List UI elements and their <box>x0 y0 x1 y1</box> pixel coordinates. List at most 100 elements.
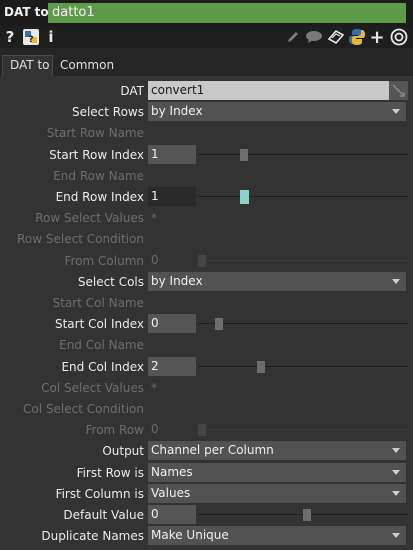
param-slider-track[interactable] <box>198 365 408 367</box>
tab-dat-to[interactable]: DAT to <box>10 58 50 72</box>
viewer-icon[interactable] <box>389 27 409 47</box>
chevron-down-icon <box>392 448 400 454</box>
param-label: Default Value <box>63 508 144 522</box>
operator-type-label: DAT to <box>4 5 49 19</box>
param-row: DAT convert1 <box>0 81 413 102</box>
param-number-field[interactable]: 0 <box>148 505 196 524</box>
param-label: Duplicate Names <box>41 529 144 544</box>
help-icon[interactable]: ? <box>4 27 16 47</box>
parameter-tabs: DAT to Common <box>0 48 413 76</box>
tab-common[interactable]: Common <box>60 58 114 72</box>
param-slider-track[interactable] <box>198 196 408 197</box>
param-number-field[interactable]: 2 <box>148 356 196 376</box>
param-slider-track <box>198 429 408 431</box>
param-row: First Column is Values <box>0 483 413 505</box>
param-row: Row Select Condition <box>0 229 413 250</box>
param-menu-value: Make Unique <box>151 528 229 543</box>
param-number-field[interactable]: 0 <box>148 314 196 334</box>
param-pattern-value: * <box>151 380 157 395</box>
comment-icon[interactable] <box>305 27 323 47</box>
param-label: End Col Name <box>59 338 144 353</box>
title-bar: DAT to datto1 <box>0 0 413 26</box>
operator-path-button[interactable] <box>389 81 408 100</box>
add-icon[interactable]: + <box>369 27 384 48</box>
param-row: Col Select Values * <box>0 378 413 399</box>
param-label: Col Select Values <box>41 380 144 395</box>
param-row: End Row Name <box>0 166 413 187</box>
param-row: Start Col Name <box>0 293 413 314</box>
param-slider-track <box>198 259 408 261</box>
param-label: Start Col Index <box>54 317 144 332</box>
pencil-icon[interactable] <box>285 27 301 47</box>
param-label: First Column is <box>55 486 144 501</box>
param-label: Start Row Index <box>49 147 144 162</box>
param-slider-knob[interactable] <box>240 148 248 161</box>
chevron-down-icon <box>392 469 400 475</box>
param-menu[interactable]: Names <box>148 462 406 482</box>
param-row: End Col Name <box>0 335 413 356</box>
param-slider-knob[interactable] <box>240 190 249 204</box>
param-menu[interactable]: Channel per Column <box>148 441 406 461</box>
toolbar: ? ? i + <box>0 26 413 48</box>
param-label: End Col Index <box>61 359 144 374</box>
param-label: From Row <box>85 423 145 438</box>
param-menu[interactable]: Values <box>148 483 406 503</box>
param-label: Row Select Values <box>35 211 144 226</box>
param-label: Select Rows <box>71 105 144 120</box>
param-menu[interactable]: by Index <box>148 271 406 291</box>
python-icon[interactable] <box>348 27 366 47</box>
param-slider-knob[interactable] <box>303 509 311 521</box>
param-label: From Column <box>64 253 145 268</box>
param-pattern-value: * <box>151 211 157 226</box>
param-row: Col Select Condition <box>0 399 413 420</box>
param-row: End Row Index 1 <box>0 187 413 208</box>
param-menu-value: Channel per Column <box>151 443 274 458</box>
param-menu-value: by Index <box>151 104 203 119</box>
param-label: Row Select Condition <box>17 232 144 247</box>
param-number-field[interactable]: 1 <box>148 187 196 206</box>
param-label: First Row is <box>76 465 144 480</box>
param-row: Select Cols by Index <box>0 271 413 293</box>
param-slider-knob[interactable] <box>215 318 223 331</box>
param-row: Select Rows by Index <box>0 102 413 123</box>
param-label: End Row Name <box>53 168 144 183</box>
param-row: End Col Index 2 <box>0 356 413 378</box>
param-slider-knob <box>198 254 206 267</box>
param-number-field[interactable]: 1 <box>148 144 196 164</box>
param-number-field: 0 <box>151 252 159 267</box>
param-row: Start Row Index 1 <box>0 144 413 166</box>
param-text-field[interactable]: convert1 <box>148 81 389 100</box>
info-icon[interactable]: i <box>46 27 56 47</box>
param-slider-knob[interactable] <box>257 360 265 373</box>
param-label: Start Col Name <box>52 296 144 310</box>
param-row: Duplicate Names Make Unique <box>0 526 413 547</box>
param-slider-track[interactable] <box>198 153 408 155</box>
param-row: Start Col Index 0 <box>0 314 413 335</box>
param-slider-track[interactable] <box>198 323 408 325</box>
chevron-down-icon <box>392 109 400 115</box>
param-label: DAT <box>120 84 144 98</box>
param-row: First Row is Names <box>0 462 413 484</box>
clone-icon[interactable] <box>327 27 345 47</box>
param-label: Start Row Name <box>46 126 144 141</box>
chevron-down-icon <box>392 490 400 496</box>
param-slider-knob <box>198 424 206 437</box>
chevron-down-icon <box>392 533 400 539</box>
operator-name-field[interactable]: datto1 <box>48 3 406 23</box>
param-menu-value: Names <box>151 464 193 479</box>
param-label: Select Cols <box>77 274 144 289</box>
param-row: From Row 0 <box>0 420 413 441</box>
param-number-field: 0 <box>151 422 159 437</box>
param-menu[interactable]: Make Unique <box>148 526 406 546</box>
param-row: Default Value 0 <box>0 505 413 526</box>
python-help-icon[interactable]: ? <box>22 27 40 47</box>
param-label: End Row Index <box>55 190 144 204</box>
param-row: Output Channel per Column <box>0 441 413 462</box>
param-row: Start Row Name <box>0 123 413 144</box>
param-row: Row Select Values * <box>0 208 413 229</box>
param-row: From Column 0 <box>0 251 413 272</box>
param-menu-value: by Index <box>151 273 203 288</box>
param-menu[interactable]: by Index <box>148 102 406 122</box>
parameter-panel: DAT convert1 Select Rows by Index Start Row … <box>0 76 413 550</box>
svg-text:?: ? <box>28 35 33 45</box>
